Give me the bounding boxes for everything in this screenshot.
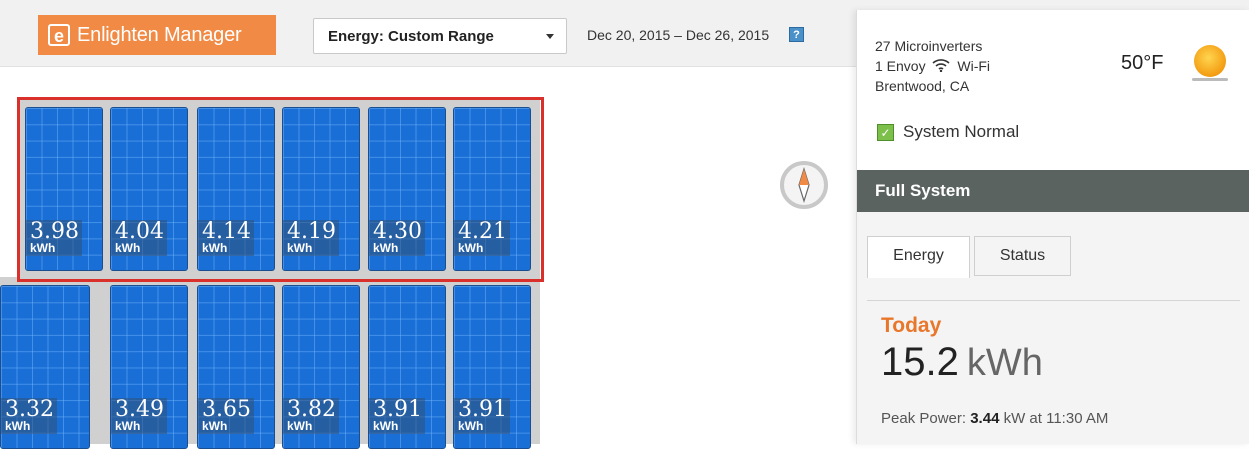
panel-energy-unit: kWh — [115, 419, 141, 433]
date-range: Dec 20, 2015 – Dec 26, 2015 — [587, 27, 770, 43]
solar-panel[interactable]: 3.65 kWh — [197, 285, 275, 449]
array-view: 3.98 kWh 4.04 kWh 4.14 kWh 4.19 kWh 4.30 kWh 4.21 k… — [0, 67, 852, 449]
wifi-icon — [932, 59, 951, 73]
solar-panel[interactable]: 4.21 kWh — [453, 107, 531, 271]
site-location: Brentwood, CA — [875, 78, 970, 94]
system-side-panel: 27 Microinverters 1 Envoy Wi-Fi Brentwoo… — [856, 10, 1249, 444]
solar-panel[interactable]: 4.04 kWh — [110, 107, 188, 271]
tab-divider — [867, 300, 1240, 301]
today-label: Today — [881, 314, 942, 337]
solar-panel[interactable]: 3.98 kWh — [25, 107, 103, 271]
panel-energy-label: 4.04 kWh — [111, 220, 167, 256]
solar-panel[interactable]: 3.32 kWh — [0, 285, 90, 449]
temperature: 50°F — [1121, 52, 1164, 74]
checkbox-icon: ✓ — [877, 124, 894, 141]
tabs-area: Energy Status Today 15.2 kWh Peak Power: … — [857, 212, 1249, 444]
enlighten-logo[interactable]: e Enlighten Manager — [38, 15, 276, 55]
chevron-down-icon — [546, 34, 554, 39]
connection-type: Wi-Fi — [957, 58, 991, 74]
solar-panel[interactable]: 4.19 kWh — [282, 107, 360, 271]
panel-energy-unit: kWh — [115, 241, 141, 255]
panel-energy-unit: kWh — [202, 419, 228, 433]
envoy-line: 1 Envoy Wi-Fi — [875, 58, 990, 74]
panel-energy-unit: kWh — [458, 419, 484, 433]
solar-panel[interactable]: 3.91 kWh — [453, 285, 531, 449]
solar-panel[interactable]: 3.49 kWh — [110, 285, 188, 449]
panel-energy-label: 4.30 kWh — [369, 220, 425, 256]
panel-energy-label: 3.49 kWh — [111, 398, 167, 434]
range-select-value: Energy: Custom Range — [328, 28, 494, 45]
today-energy-value: 15.2 — [881, 340, 959, 384]
peak-power-unit: kW — [1003, 410, 1026, 427]
solar-panel[interactable]: 4.30 kWh — [368, 107, 446, 271]
today-energy-unit: kWh — [966, 342, 1043, 384]
today-energy: 15.2 kWh — [881, 340, 1043, 385]
panel-energy-unit: kWh — [30, 241, 56, 255]
panel-energy-unit: kWh — [458, 241, 484, 255]
panel-energy-unit: kWh — [5, 419, 31, 433]
solar-panel[interactable]: 3.82 kWh — [282, 285, 360, 449]
envoy-count: 1 Envoy — [875, 58, 926, 74]
peak-power-time: at 11:30 AM — [1025, 410, 1109, 427]
peak-power-label: Peak Power: — [881, 410, 971, 427]
tab-energy[interactable]: Energy — [867, 236, 970, 278]
panel-energy-unit: kWh — [202, 241, 228, 255]
solar-panel[interactable]: 3.91 kWh — [368, 285, 446, 449]
panel-energy-label: 4.19 kWh — [283, 220, 339, 256]
tab-status[interactable]: Status — [974, 236, 1071, 276]
compass-icon[interactable] — [780, 161, 828, 209]
system-status: System Normal — [903, 122, 1020, 141]
microinverter-count: 27 Microinverters — [875, 38, 983, 54]
logo-text: Enlighten Manager — [77, 23, 242, 46]
panel-energy-label: 3.65 kWh — [198, 398, 254, 434]
panel-energy-label: 3.82 kWh — [283, 398, 339, 434]
peak-power: Peak Power: 3.44 kW at 11:30 AM — [881, 410, 1108, 427]
full-system-title: Full System — [875, 181, 971, 200]
range-select[interactable]: Energy: Custom Range — [313, 18, 567, 54]
panel-energy-label: 3.98 kWh — [26, 220, 82, 256]
solar-panel[interactable]: 4.14 kWh — [197, 107, 275, 271]
panel-energy-unit: kWh — [287, 241, 313, 255]
help-icon[interactable]: ? — [789, 27, 804, 42]
peak-power-value: 3.44 — [970, 410, 1000, 427]
panel-energy-label: 4.21 kWh — [454, 220, 510, 256]
panel-energy-label: 3.91 kWh — [454, 398, 510, 434]
full-system-header: Full System — [857, 170, 1249, 212]
panel-energy-label: 3.32 kWh — [1, 398, 57, 434]
logo-mark: e — [48, 24, 70, 46]
panel-energy-label: 3.91 kWh — [369, 398, 425, 434]
sun-icon — [1194, 45, 1226, 77]
sun-horizon — [1192, 78, 1228, 81]
panel-energy-unit: kWh — [373, 241, 399, 255]
panel-energy-unit: kWh — [373, 419, 399, 433]
panel-energy-unit: kWh — [287, 419, 313, 433]
panel-energy-label: 4.14 kWh — [198, 220, 254, 256]
